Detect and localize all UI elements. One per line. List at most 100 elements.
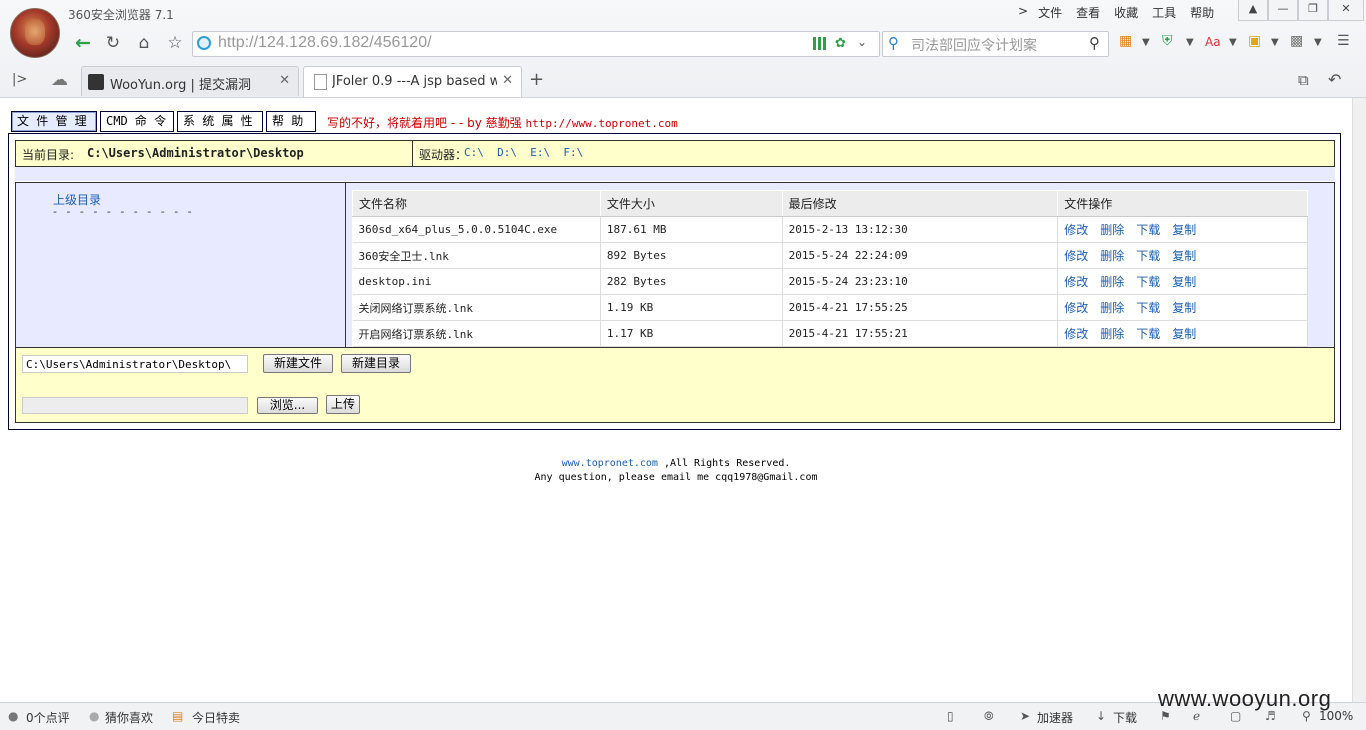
op-copy-link[interactable]: 复制 [1172,223,1196,237]
op-delete-link[interactable]: 删除 [1100,275,1124,289]
restore-tabs-icon[interactable]: ⧉ [1298,71,1309,89]
upload-file-field[interactable] [22,397,248,414]
guess-icon[interactable]: ● [89,709,99,723]
file-modified: 2015-4-21 17:55:25 [782,294,1059,321]
download-icon[interactable]: ↓ [1096,709,1106,723]
op-edit-link[interactable]: 修改 [1064,223,1088,237]
op-delete-link[interactable]: 删除 [1100,249,1124,263]
op-edit-link[interactable]: 修改 [1064,327,1088,341]
op-download-link[interactable]: 下载 [1136,223,1160,237]
op-download-link[interactable]: 下载 [1136,327,1160,341]
file-name[interactable]: desktop.ini [352,268,601,295]
todays-deals[interactable]: 今日特卖 [192,709,240,726]
vertical-scrollbar[interactable] [1352,98,1366,702]
file-name[interactable]: 开启网络订票系统.lnk [352,320,601,347]
menu-view[interactable]: 查看 [1076,4,1100,22]
maximize-button[interactable]: ❐ [1298,0,1328,21]
minimize-button[interactable]: — [1268,0,1298,21]
translate-icon[interactable]: Aa [1205,35,1221,49]
new-dir-button[interactable]: 新建目录 [341,354,411,373]
op-download-link[interactable]: 下载 [1136,301,1160,315]
search-engine-icon[interactable]: ⚲ [888,34,899,52]
file-name[interactable]: 360sd_x64_plus_5.0.0.5104C.exe [352,216,601,243]
op-edit-link[interactable]: 修改 [1064,275,1088,289]
file-name[interactable]: 360安全卫士.lnk [352,242,601,269]
address-bar[interactable]: http://124.128.69.182/456120/ ✿ ⌄ [192,31,880,57]
gift-dropdown-icon[interactable]: ▼ [1271,37,1279,48]
close-window-button[interactable]: ✕ [1328,0,1364,21]
screenshot-dropdown-icon[interactable]: ▼ [1314,37,1322,48]
sidebar-toggle-icon[interactable]: |> [12,72,27,87]
tab-wooyun[interactable]: WooYun.org | 提交漏洞 ✕ [81,66,299,96]
translate-dropdown-icon[interactable]: ▼ [1229,37,1237,48]
path-input[interactable] [22,355,248,373]
comment-icon[interactable]: ● [8,709,18,723]
deals-icon[interactable]: ▤ [172,709,183,723]
cloud-icon[interactable]: ☁ [51,70,68,90]
folder-pane: 上级目录 - - - - - - - - - - - [16,183,346,347]
footer-link[interactable]: www.topronet.com [562,458,658,469]
url-text[interactable]: http://124.128.69.182/456120/ [218,34,432,52]
mode-leaf-icon[interactable]: ✿ [835,36,846,51]
op-delete-link[interactable]: 删除 [1100,223,1124,237]
qr-code-icon[interactable] [813,37,826,50]
accelerator[interactable]: 加速器 [1037,709,1073,726]
compass-icon[interactable]: ⦾ [984,709,994,724]
guess-you-like[interactable]: 猜你喜欢 [105,709,153,726]
drive-link[interactable]: E:\ [530,146,550,159]
search-icon[interactable]: ⚲ [1089,34,1100,52]
menu-chevron-icon[interactable]: > [1018,4,1028,22]
menu-help[interactable]: 帮助 [1190,4,1214,22]
phone-icon[interactable]: ▯ [947,709,954,723]
tab-jfoler[interactable]: JFoler 0.9 ---A jsp based we ✕ [303,66,522,97]
upload-button[interactable]: 上传 [326,395,360,414]
browse-button[interactable]: 浏览... [257,397,318,414]
op-edit-link[interactable]: 修改 [1064,249,1088,263]
op-copy-link[interactable]: 复制 [1172,275,1196,289]
shield-icon[interactable]: ⛨ [1162,33,1173,49]
op-download-link[interactable]: 下载 [1136,275,1160,289]
apps-dropdown-icon[interactable]: ▼ [1142,37,1150,48]
search-input[interactable]: 司法部回应令计划案 [911,35,1037,55]
op-edit-link[interactable]: 修改 [1064,301,1088,315]
new-tab-button[interactable]: + [529,69,544,90]
nav-system-props[interactable]: 系 统 属 性 [177,111,263,132]
tagline-url[interactable]: http://www.topronet.com [525,117,677,130]
url-dropdown-icon[interactable]: ⌄ [857,35,867,49]
gift-icon[interactable]: ▣ [1248,33,1261,49]
menu-tools[interactable]: 工具 [1152,4,1176,22]
undo-close-icon[interactable]: ↶ [1328,70,1341,89]
downloads[interactable]: 下载 [1113,709,1137,726]
op-copy-link[interactable]: 复制 [1172,327,1196,341]
refresh-icon[interactable]: ↻ [100,31,126,55]
file-name[interactable]: 关闭网络订票系统.lnk [352,294,601,321]
menu-favorites[interactable]: 收藏 [1114,4,1138,22]
nav-help[interactable]: 帮 助 [266,111,316,132]
search-box[interactable]: ⚲ 司法部回应令计划案 ⚲ [882,31,1109,57]
rocket-icon[interactable]: ➤ [1020,709,1030,723]
drive-link[interactable]: F:\ [563,146,583,159]
op-delete-link[interactable]: 删除 [1100,327,1124,341]
op-copy-link[interactable]: 复制 [1172,249,1196,263]
skin-icon[interactable]: ▲ [1238,0,1268,21]
shield-dropdown-icon[interactable]: ▼ [1186,37,1194,48]
favorite-star-icon[interactable]: ☆ [162,31,188,55]
nav-file-manager[interactable]: 文 件 管 理 [11,111,97,132]
new-file-button[interactable]: 新建文件 [263,354,333,373]
comments-count[interactable]: 0个点评 [26,709,70,726]
nav-cmd[interactable]: CMD 命 令 [100,111,174,132]
op-delete-link[interactable]: 删除 [1100,301,1124,315]
close-tab-icon[interactable]: ✕ [279,73,290,88]
op-copy-link[interactable]: 复制 [1172,301,1196,315]
drive-link[interactable]: D:\ [497,146,517,159]
screenshot-icon[interactable]: ▩ [1290,33,1303,49]
op-download-link[interactable]: 下载 [1136,249,1160,263]
back-button[interactable]: ← [70,31,96,55]
close-tab-icon[interactable]: ✕ [502,73,513,88]
user-avatar[interactable] [10,8,60,58]
drive-link[interactable]: C:\ [464,146,484,159]
apps-grid-icon[interactable]: ▦ [1119,33,1132,49]
menu-file[interactable]: 文件 [1038,4,1062,22]
menu-lines-icon[interactable]: ☰ [1337,33,1350,49]
home-icon[interactable]: ⌂ [131,31,157,55]
